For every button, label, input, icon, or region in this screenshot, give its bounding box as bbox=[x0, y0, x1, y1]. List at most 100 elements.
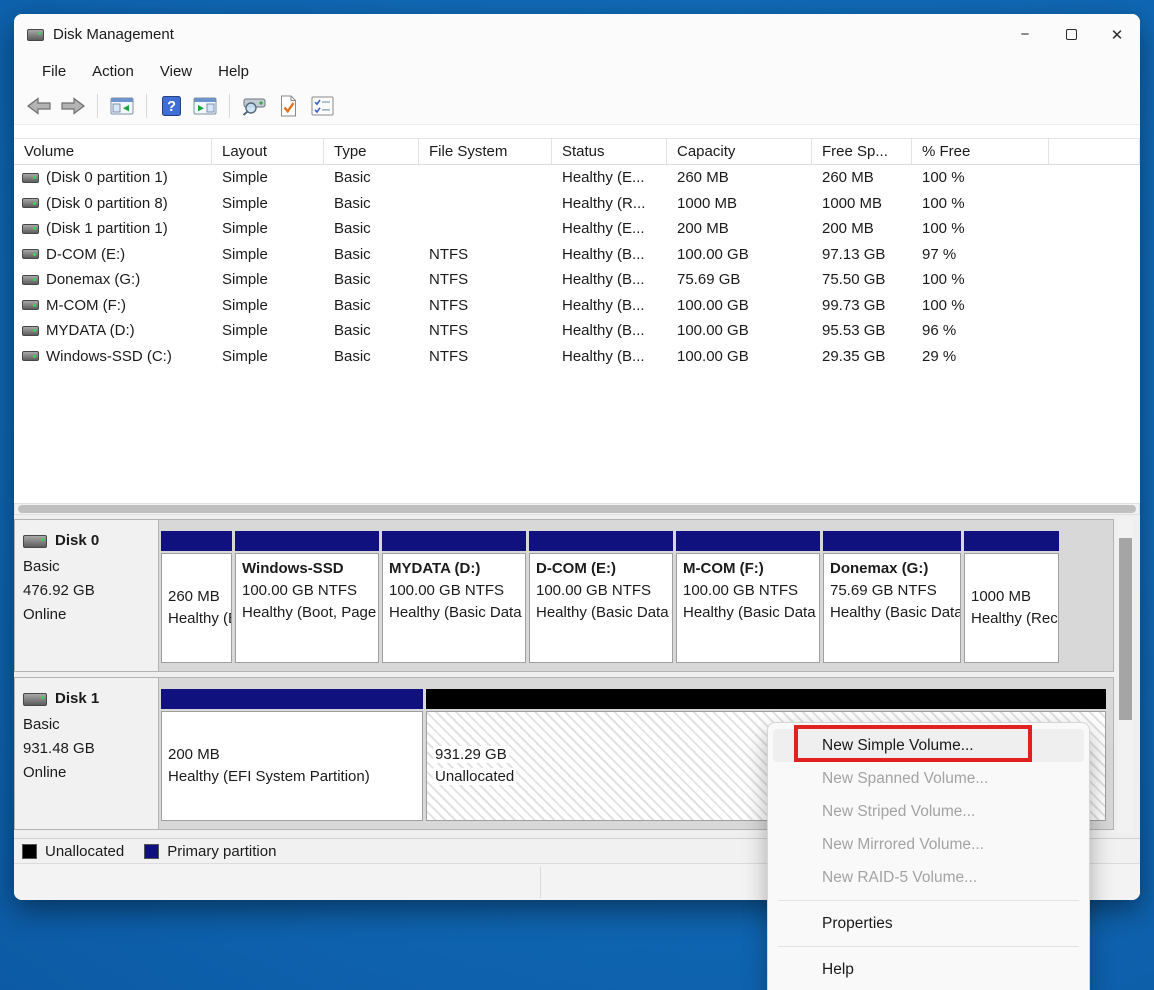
cell-capacity: 1000 MB bbox=[667, 195, 812, 212]
partition-body: Donemax (G:)75.69 GB NTFSHealthy (Basic … bbox=[823, 553, 961, 663]
column-header-status[interactable]: Status bbox=[552, 139, 667, 164]
volume-row-m-com-f[interactable]: M-COM (F:)SimpleBasicNTFSHealthy (B...10… bbox=[14, 293, 1140, 319]
disk-drive-icon bbox=[27, 29, 44, 41]
partition-m-com-f[interactable]: M-COM (F:)100.00 GB NTFSHealthy (Basic D… bbox=[676, 531, 820, 663]
partition-healthy-efi-system-partition[interactable]: 260 MBHealthy (EFI System Partition) bbox=[161, 531, 232, 663]
rescan-disks-icon[interactable] bbox=[239, 92, 269, 120]
disk-label-disk-0[interactable]: Disk 0Basic476.92 GBOnline bbox=[15, 520, 159, 671]
check-document-icon[interactable] bbox=[273, 92, 303, 120]
volume-row-d-com-e[interactable]: D-COM (E:)SimpleBasicNTFSHealthy (B...10… bbox=[14, 242, 1140, 268]
toolbar-separator bbox=[146, 94, 147, 118]
cell-status: Healthy (B... bbox=[552, 297, 667, 314]
horizontal-scrollbar-thumb[interactable] bbox=[18, 505, 1136, 513]
legend-item-unallocated: Unallocated bbox=[22, 843, 124, 860]
partitions-strip: 260 MBHealthy (EFI System Partition)Wind… bbox=[159, 520, 1113, 671]
cell-pct_free: 100 % bbox=[912, 271, 1049, 288]
volume-row-disk-1-partition-1[interactable]: (Disk 1 partition 1)SimpleBasicHealthy (… bbox=[14, 216, 1140, 242]
menu-file[interactable]: File bbox=[29, 58, 79, 85]
column-header-free-sp[interactable]: Free Sp... bbox=[812, 139, 912, 164]
volume-row-mydata-d[interactable]: MYDATA (D:)SimpleBasicNTFSHealthy (B...1… bbox=[14, 318, 1140, 344]
cell-free_space: 99.73 GB bbox=[812, 297, 912, 314]
partition-mydata-d[interactable]: MYDATA (D:)100.00 GB NTFSHealthy (Basic … bbox=[382, 531, 526, 663]
partition-d-com-e[interactable]: D-COM (E:)100.00 GB NTFSHealthy (Basic D… bbox=[529, 531, 673, 663]
cell-free_space: 95.53 GB bbox=[812, 322, 912, 339]
partition-donemax-g[interactable]: Donemax (G:)75.69 GB NTFSHealthy (Basic … bbox=[823, 531, 961, 663]
help-icon[interactable]: ? bbox=[156, 92, 186, 120]
cell-status: Healthy (R... bbox=[552, 195, 667, 212]
legend-swatch-unallocated bbox=[22, 844, 37, 859]
maximize-icon[interactable] bbox=[1048, 14, 1094, 55]
context-menu-item-help[interactable]: Help bbox=[773, 953, 1084, 986]
column-header-blank bbox=[1049, 139, 1140, 164]
volume-row-disk-0-partition-1[interactable]: (Disk 0 partition 1)SimpleBasicHealthy (… bbox=[14, 165, 1140, 191]
close-icon[interactable]: ✕ bbox=[1094, 14, 1140, 55]
cell-layout: Simple bbox=[212, 195, 324, 212]
back-icon[interactable] bbox=[24, 92, 54, 120]
cell-type: Basic bbox=[324, 246, 419, 263]
action-pane-icon[interactable] bbox=[190, 92, 220, 120]
partition-body: MYDATA (D:)100.00 GB NTFSHealthy (Basic … bbox=[382, 553, 526, 663]
cell-layout: Simple bbox=[212, 169, 324, 186]
cell-status: Healthy (B... bbox=[552, 348, 667, 365]
cell-pct_free: 100 % bbox=[912, 195, 1049, 212]
checklist-icon[interactable] bbox=[307, 92, 337, 120]
menu-view[interactable]: View bbox=[147, 58, 205, 85]
cell-type: Basic bbox=[324, 220, 419, 237]
column-header-volume[interactable]: Volume bbox=[14, 139, 212, 164]
partition-healthy-efi-system-partition[interactable]: 200 MBHealthy (EFI System Partition) bbox=[161, 689, 423, 821]
forward-icon[interactable] bbox=[58, 92, 88, 120]
disk-label-disk-1[interactable]: Disk 1Basic931.48 GBOnline bbox=[15, 678, 159, 829]
horizontal-scrollbar[interactable] bbox=[14, 503, 1140, 515]
partition-healthy-recovery-partition[interactable]: 1000 MBHealthy (Recovery Partition) bbox=[964, 531, 1059, 663]
cell-volume: Donemax (G:) bbox=[14, 271, 212, 288]
cell-pct_free: 29 % bbox=[912, 348, 1049, 365]
column-header-layout[interactable]: Layout bbox=[212, 139, 324, 164]
cell-type: Basic bbox=[324, 271, 419, 288]
unallocated-bar bbox=[426, 689, 1106, 709]
partition-body: M-COM (F:)100.00 GB NTFSHealthy (Basic D… bbox=[676, 553, 820, 663]
partition-body: Windows-SSD100.00 GB NTFSHealthy (Boot, … bbox=[235, 553, 379, 663]
disk-icon bbox=[23, 535, 47, 548]
partition-body: D-COM (E:)100.00 GB NTFSHealthy (Basic D… bbox=[529, 553, 673, 663]
vertical-scrollbar[interactable] bbox=[1118, 518, 1133, 832]
cell-status: Healthy (E... bbox=[552, 169, 667, 186]
context-menu-item-properties[interactable]: Properties bbox=[773, 907, 1084, 940]
title-bar: Disk Management − ✕ bbox=[14, 14, 1140, 55]
volume-list-header: VolumeLayoutTypeFile SystemStatusCapacit… bbox=[14, 138, 1140, 165]
volume-icon bbox=[22, 275, 39, 285]
context-menu-item-new-simple-volume[interactable]: New Simple Volume... bbox=[773, 729, 1084, 762]
cell-layout: Simple bbox=[212, 271, 324, 288]
volume-icon bbox=[22, 326, 39, 336]
cell-pct_free: 100 % bbox=[912, 297, 1049, 314]
context-menu-item-new-spanned-volume: New Spanned Volume... bbox=[773, 762, 1084, 795]
menu-help[interactable]: Help bbox=[205, 58, 262, 85]
column-header-capacity[interactable]: Capacity bbox=[667, 139, 812, 164]
partition-windows-ssd[interactable]: Windows-SSD100.00 GB NTFSHealthy (Boot, … bbox=[235, 531, 379, 663]
volume-list-pane: VolumeLayoutTypeFile SystemStatusCapacit… bbox=[14, 125, 1140, 515]
minimize-icon[interactable]: − bbox=[1002, 14, 1048, 55]
column-header-type[interactable]: Type bbox=[324, 139, 419, 164]
cell-type: Basic bbox=[324, 348, 419, 365]
console-tree-icon[interactable] bbox=[107, 92, 137, 120]
legend-swatch-primary-partition bbox=[144, 844, 159, 859]
context-menu-item-new-raid-5-volume: New RAID-5 Volume... bbox=[773, 861, 1084, 894]
volume-row-disk-0-partition-8[interactable]: (Disk 0 partition 8)SimpleBasicHealthy (… bbox=[14, 191, 1140, 217]
column-header-file-system[interactable]: File System bbox=[419, 139, 552, 164]
volume-icon bbox=[22, 351, 39, 361]
primary-partition-bar bbox=[964, 531, 1059, 551]
volume-row-windows-ssd-c[interactable]: Windows-SSD (C:)SimpleBasicNTFSHealthy (… bbox=[14, 344, 1140, 370]
cell-capacity: 260 MB bbox=[667, 169, 812, 186]
partition-body: 1000 MBHealthy (Recovery Partition) bbox=[964, 553, 1059, 663]
cell-file_system: NTFS bbox=[419, 297, 552, 314]
partition-body: 200 MBHealthy (EFI System Partition) bbox=[161, 711, 423, 821]
volume-row-donemax-g[interactable]: Donemax (G:)SimpleBasicNTFSHealthy (B...… bbox=[14, 267, 1140, 293]
toolbar-separator bbox=[229, 94, 230, 118]
volume-icon bbox=[22, 198, 39, 208]
vertical-scrollbar-thumb[interactable] bbox=[1119, 538, 1132, 720]
window-controls: − ✕ bbox=[1002, 14, 1140, 55]
column-header-free[interactable]: % Free bbox=[912, 139, 1049, 164]
menu-action[interactable]: Action bbox=[79, 58, 147, 85]
cell-file_system: NTFS bbox=[419, 246, 552, 263]
cell-type: Basic bbox=[324, 297, 419, 314]
context-menu-item-new-mirrored-volume: New Mirrored Volume... bbox=[773, 828, 1084, 861]
